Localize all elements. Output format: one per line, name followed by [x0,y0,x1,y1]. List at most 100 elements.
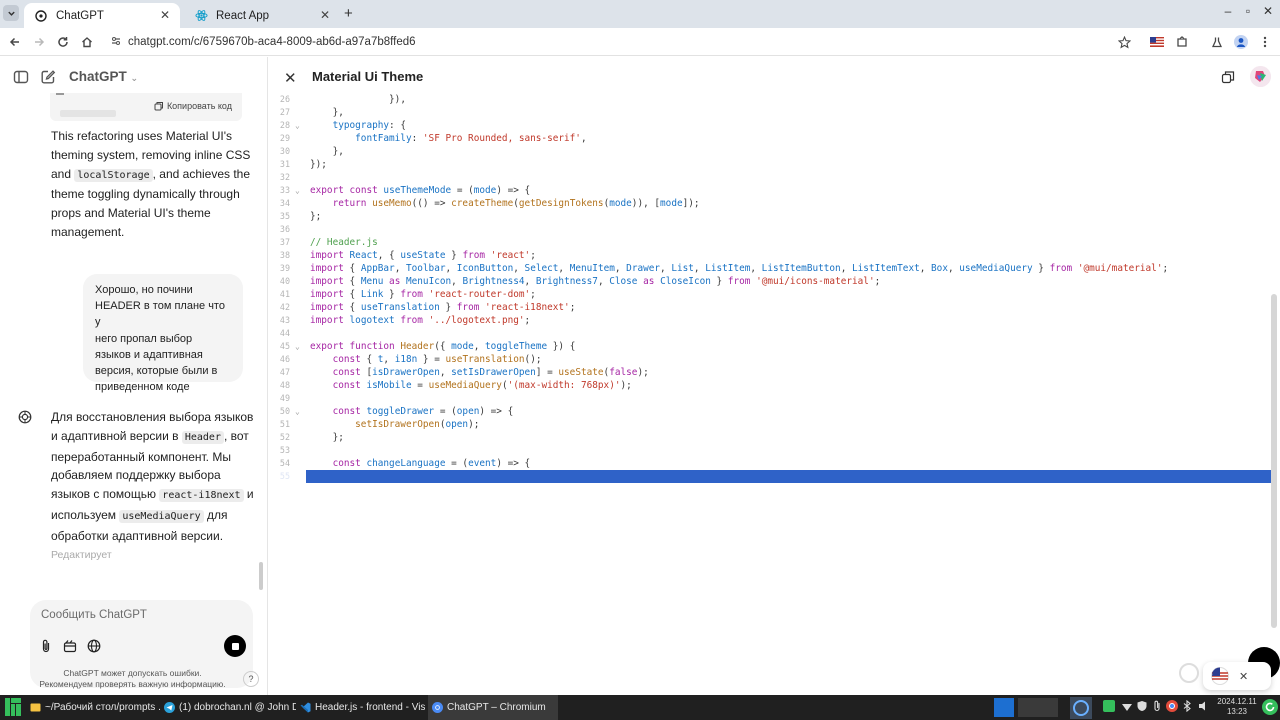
site-info-icon[interactable] [110,35,122,47]
attach-paperclip-icon[interactable] [38,638,54,654]
tab-title: ChatGPT [56,9,104,22]
help-button[interactable]: ? [243,671,259,687]
close-tab-icon[interactable]: ✕ [318,8,332,22]
volume-icon[interactable] [1198,700,1212,714]
code-line[interactable]: 47 const [isDrawerOpen, setIsDrawerOpen]… [268,366,1271,379]
taskbar-item-chromium[interactable]: ChatGPT – Chromium [428,695,558,720]
code-line[interactable]: 27 }, [268,106,1271,119]
code-line[interactable]: 52 }; [268,431,1271,444]
wifi-icon[interactable] [1121,700,1135,714]
message-line: обработки адаптивной версии. [51,528,224,543]
close-tab-icon[interactable]: ✕ [158,8,172,22]
code-line[interactable]: 46 const { t, i18n } = useTranslation(); [268,353,1271,366]
code-line[interactable]: 31}); [268,158,1271,171]
code-line[interactable]: 51 setIsDrawerOpen(open); [268,418,1271,431]
bookmark-star-icon[interactable] [1116,34,1132,50]
taskbar-item-telegram[interactable]: (1) dobrochan.nl @ John D... [164,695,296,720]
code-line[interactable]: 32 [268,171,1271,184]
forward-arrow-icon[interactable] [31,34,47,50]
chromium-icon [432,702,443,713]
message-input[interactable]: Сообщить ChatGPT [41,609,147,621]
code-line[interactable]: 40 import { Menu as MenuIcon, Brightness4… [268,275,1271,288]
globe-search-icon[interactable] [86,638,102,654]
code-line[interactable]: 33 ⌄ export const useThemeMode = (mode) =>… [268,184,1271,197]
taskbar-item-terminal[interactable]: ~/Рабочий стол/prompts ... [30,695,160,720]
toggle-sidebar-icon[interactable] [13,69,29,85]
manjaro-menu-icon[interactable] [5,698,21,716]
message-line: HEADER в том плане что у [95,300,225,329]
sidebar-scrollbar[interactable] [259,562,263,590]
desktop-pager[interactable] [994,698,1014,717]
code-text: }), [389,94,406,105]
desktop-pager[interactable] [1018,698,1058,717]
stop-generating-button[interactable] [224,635,246,657]
code-line[interactable]: 53 [268,444,1271,457]
chrome-tray-icon[interactable] [1166,700,1180,714]
code-line[interactable]: 38 import React, { useState } from 'react… [268,249,1271,262]
new-chat-icon[interactable] [40,69,56,85]
fold-chevron-icon[interactable]: ⌄ [295,184,300,197]
code-line[interactable]: 26 }), [268,93,1271,106]
code-line[interactable]: 35}; [268,210,1271,223]
code-line[interactable]: 34 return useMemo(() => createTheme(getD… [268,197,1271,210]
code-line[interactable]: 36 [268,223,1271,236]
user-avatar[interactable] [1250,66,1271,87]
code-line[interactable]: 37 // Header.js [268,236,1271,249]
fold-chevron-icon[interactable]: ⌄ [295,405,300,418]
code-text: fontFamily: 'SF Pro Rounded, sans-serif'… [355,133,587,144]
back-arrow-icon[interactable] [7,34,23,50]
code-line[interactable]: 54 const changeLanguage = (event) => { [268,457,1271,470]
code-line[interactable]: 28 ⌄ typography: { [268,119,1271,132]
address-bar[interactable]: chatgpt.com/c/6759670b-aca4-8009-ab6d-a9… [104,31,1144,53]
bluetooth-icon[interactable] [1181,700,1195,714]
reload-icon[interactable] [55,34,71,50]
home-icon[interactable] [79,34,95,50]
code-line[interactable]: 44 [268,327,1271,340]
code-line[interactable]: 48 const isMobile = useMediaQuery('(max-… [268,379,1271,392]
tab-react-app[interactable]: React App ✕ [184,3,340,28]
copy-icon[interactable] [1221,70,1235,84]
minimize-window-button[interactable]: – [1218,4,1238,18]
shield-icon[interactable] [1136,700,1150,714]
code-line[interactable]: 42 import { useTranslation } from 'react-… [268,301,1271,314]
browser-toolbar: chatgpt.com/c/6759670b-aca4-8009-ab6d-a9… [0,28,1280,56]
us-flag-icon[interactable] [1211,667,1229,685]
profile-avatar-icon[interactable] [1233,34,1249,50]
code-line[interactable]: 43 import logotext from '../logotext.png'… [268,314,1271,327]
taskbar-item-vscode[interactable]: Header.js - frontend - Visu... [300,695,426,720]
paperclip-icon[interactable] [1151,700,1165,714]
close-canvas-button[interactable]: ✕ [284,69,297,87]
tools-icon[interactable] [62,638,78,654]
app-title[interactable]: ChatGPT ⌄ [69,69,138,84]
chromium-tray-icon[interactable] [1070,697,1092,719]
labs-flask-icon[interactable] [1209,34,1225,50]
new-tab-button[interactable]: + [344,5,353,22]
code-line[interactable]: 45 ⌄ export function Header({ mode, toggle… [268,340,1271,353]
extensions-puzzle-icon[interactable] [1174,34,1190,50]
code-line[interactable]: 55 [280,470,1271,483]
close-window-button[interactable]: ✕ [1258,4,1278,18]
copy-code-button[interactable]: Копировать код [154,101,232,111]
code-line[interactable]: 50 ⌄ const toggleDrawer = (open) => { [268,405,1271,418]
code-line[interactable]: 30 }, [268,145,1271,158]
chatgpt-logo-icon [18,410,32,424]
code-line[interactable]: 49 [268,392,1271,405]
code-line[interactable]: 39 import { AppBar, Toolbar, IconButton, … [268,262,1271,275]
update-icon[interactable] [1262,699,1278,715]
code-line[interactable]: 41 import { Link } from 'react-router-dom… [268,288,1271,301]
code-scrollbar[interactable] [1271,294,1277,628]
browser-menu-icon[interactable] [1257,34,1273,50]
code-editor[interactable]: 26 }), 27 }, 28 ⌄ typography: {29 fontFamil… [268,93,1271,683]
code-scrollbar[interactable] [60,110,116,117]
maximize-window-button[interactable]: ▫ [1238,4,1258,18]
us-flag-extension-icon[interactable] [1149,34,1165,50]
line-number: 39 [279,263,290,273]
fold-chevron-icon[interactable]: ⌄ [295,119,300,132]
code-line[interactable]: 29 fontFamily: 'SF Pro Rounded, sans-ser… [268,132,1271,145]
fold-chevron-icon[interactable]: ⌄ [295,340,300,353]
tray-app-icon[interactable] [1103,700,1117,714]
close-icon[interactable]: ✕ [1239,670,1248,683]
system-clock[interactable]: 2024.12.11 13:23 [1216,697,1258,717]
tab-search-button[interactable] [0,0,22,26]
tab-chatgpt[interactable]: ChatGPT ✕ [24,3,180,28]
